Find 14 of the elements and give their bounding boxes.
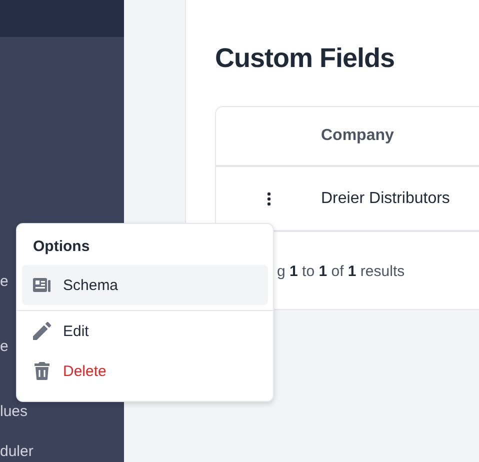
menu-item[interactable]: Edit: [22, 311, 268, 351]
menu-item[interactable]: Schema: [22, 265, 268, 305]
document-icon: [33, 277, 51, 293]
pencil-icon: [33, 322, 51, 340]
sidebar-item[interactable]: lues: [0, 403, 124, 420]
pagination-summary: g 1 to 1 of 1 results: [277, 263, 405, 280]
sidebar-item[interactable]: duler: [0, 443, 124, 460]
page-title: Custom Fields: [215, 42, 395, 75]
kebab-menu-icon[interactable]: [266, 192, 270, 206]
trash-icon: [33, 362, 51, 380]
table-cell: Dreier Distributors: [321, 190, 450, 208]
menu-title: Options: [33, 237, 90, 257]
column-header: Company: [321, 127, 394, 145]
menu-item[interactable]: Delete: [22, 351, 268, 391]
